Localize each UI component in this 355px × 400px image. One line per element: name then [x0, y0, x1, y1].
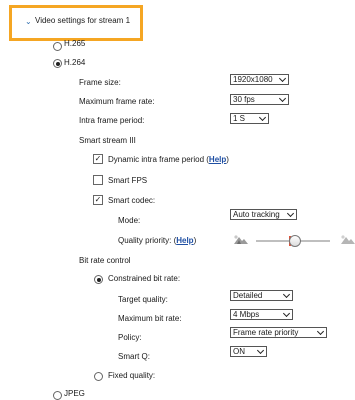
- dynamic-intra-help-link[interactable]: Help: [209, 155, 226, 164]
- smart-codec-label: Smart codec:: [108, 196, 156, 205]
- policy-label: Policy:: [118, 333, 142, 342]
- quality-priority-suffix: ): [193, 236, 197, 245]
- max-frame-rate-value: 30 fps: [233, 95, 255, 104]
- bitrate-control-title: Bit rate control: [79, 256, 131, 265]
- smart-fps-checkbox[interactable]: [93, 175, 103, 185]
- chevron-down-icon: [278, 95, 287, 103]
- target-quality-label: Target quality:: [118, 295, 168, 304]
- max-bitrate-select[interactable]: 4 Mbps: [230, 309, 293, 320]
- dynamic-intra-checkbox[interactable]: ✓: [93, 154, 103, 164]
- h265-label: H.265: [64, 39, 86, 48]
- jpeg-label: JPEG: [64, 389, 85, 398]
- policy-select[interactable]: Frame rate priority: [230, 327, 327, 338]
- frame-size-value: 1920x1080: [233, 75, 273, 84]
- constrained-bitrate-label: Constrained bit rate:: [108, 274, 181, 283]
- chevron-down-icon: [258, 114, 267, 122]
- policy-value: Frame rate priority: [233, 328, 299, 337]
- quality-priority-help-link[interactable]: Help: [176, 236, 193, 245]
- section-title[interactable]: Video settings for stream 1: [35, 16, 130, 26]
- fixed-quality-label: Fixed quality:: [108, 371, 156, 380]
- dynamic-intra-text: Dynamic intra frame period (: [108, 155, 209, 164]
- mode-select[interactable]: Auto tracking: [230, 209, 297, 220]
- intra-frame-period-select[interactable]: 1 S: [230, 113, 269, 124]
- h264-radio[interactable]: [53, 59, 62, 68]
- chevron-down-icon: [286, 210, 295, 218]
- mode-label: Mode:: [118, 216, 141, 225]
- target-quality-select[interactable]: Detailed: [230, 290, 293, 301]
- smart-codec-checkbox[interactable]: ✓: [93, 195, 103, 205]
- frame-size-label: Frame size:: [79, 78, 121, 87]
- chevron-down-icon: [282, 291, 291, 299]
- chevron-down-icon: [256, 347, 265, 355]
- chevron-down-icon: [282, 310, 291, 318]
- smart-stream-title: Smart stream III: [79, 136, 136, 145]
- smart-q-label: Smart Q:: [118, 352, 151, 361]
- chevron-down-icon: [316, 328, 325, 336]
- max-bitrate-value: 4 Mbps: [233, 310, 260, 319]
- frame-size-select[interactable]: 1920x1080: [230, 74, 289, 85]
- max-frame-rate-select[interactable]: 30 fps: [230, 94, 289, 105]
- h264-label: H.264: [64, 58, 86, 67]
- quality-priority-text: Quality priority: (: [118, 236, 177, 245]
- max-bitrate-label: Maximum bit rate:: [118, 314, 182, 323]
- mode-value: Auto tracking: [233, 210, 280, 219]
- smart-q-value: ON: [233, 347, 245, 356]
- target-quality-value: Detailed: [233, 291, 263, 300]
- dynamic-intra-label: Dynamic intra frame period (Help): [108, 155, 229, 165]
- constrained-bitrate-radio[interactable]: [94, 275, 103, 284]
- high-quality-mountain-icon: [341, 235, 355, 244]
- chevron-down-icon[interactable]: ⌄: [25, 17, 32, 27]
- chevron-down-icon: [278, 75, 287, 83]
- intra-frame-period-value: 1 S: [233, 114, 246, 123]
- h265-radio[interactable]: [53, 42, 62, 51]
- quality-priority-slider-thumb[interactable]: [289, 235, 301, 247]
- smart-q-select[interactable]: ON: [230, 346, 267, 357]
- smart-fps-label: Smart FPS: [108, 176, 148, 185]
- quality-priority-label: Quality priority: (Help): [118, 236, 196, 246]
- max-frame-rate-label: Maximum frame rate:: [79, 97, 155, 106]
- fixed-quality-radio[interactable]: [94, 372, 103, 381]
- low-quality-mountain-icon: [234, 235, 248, 244]
- intra-frame-period-label: Intra frame period:: [79, 116, 145, 125]
- dynamic-intra-suffix: ): [226, 155, 229, 164]
